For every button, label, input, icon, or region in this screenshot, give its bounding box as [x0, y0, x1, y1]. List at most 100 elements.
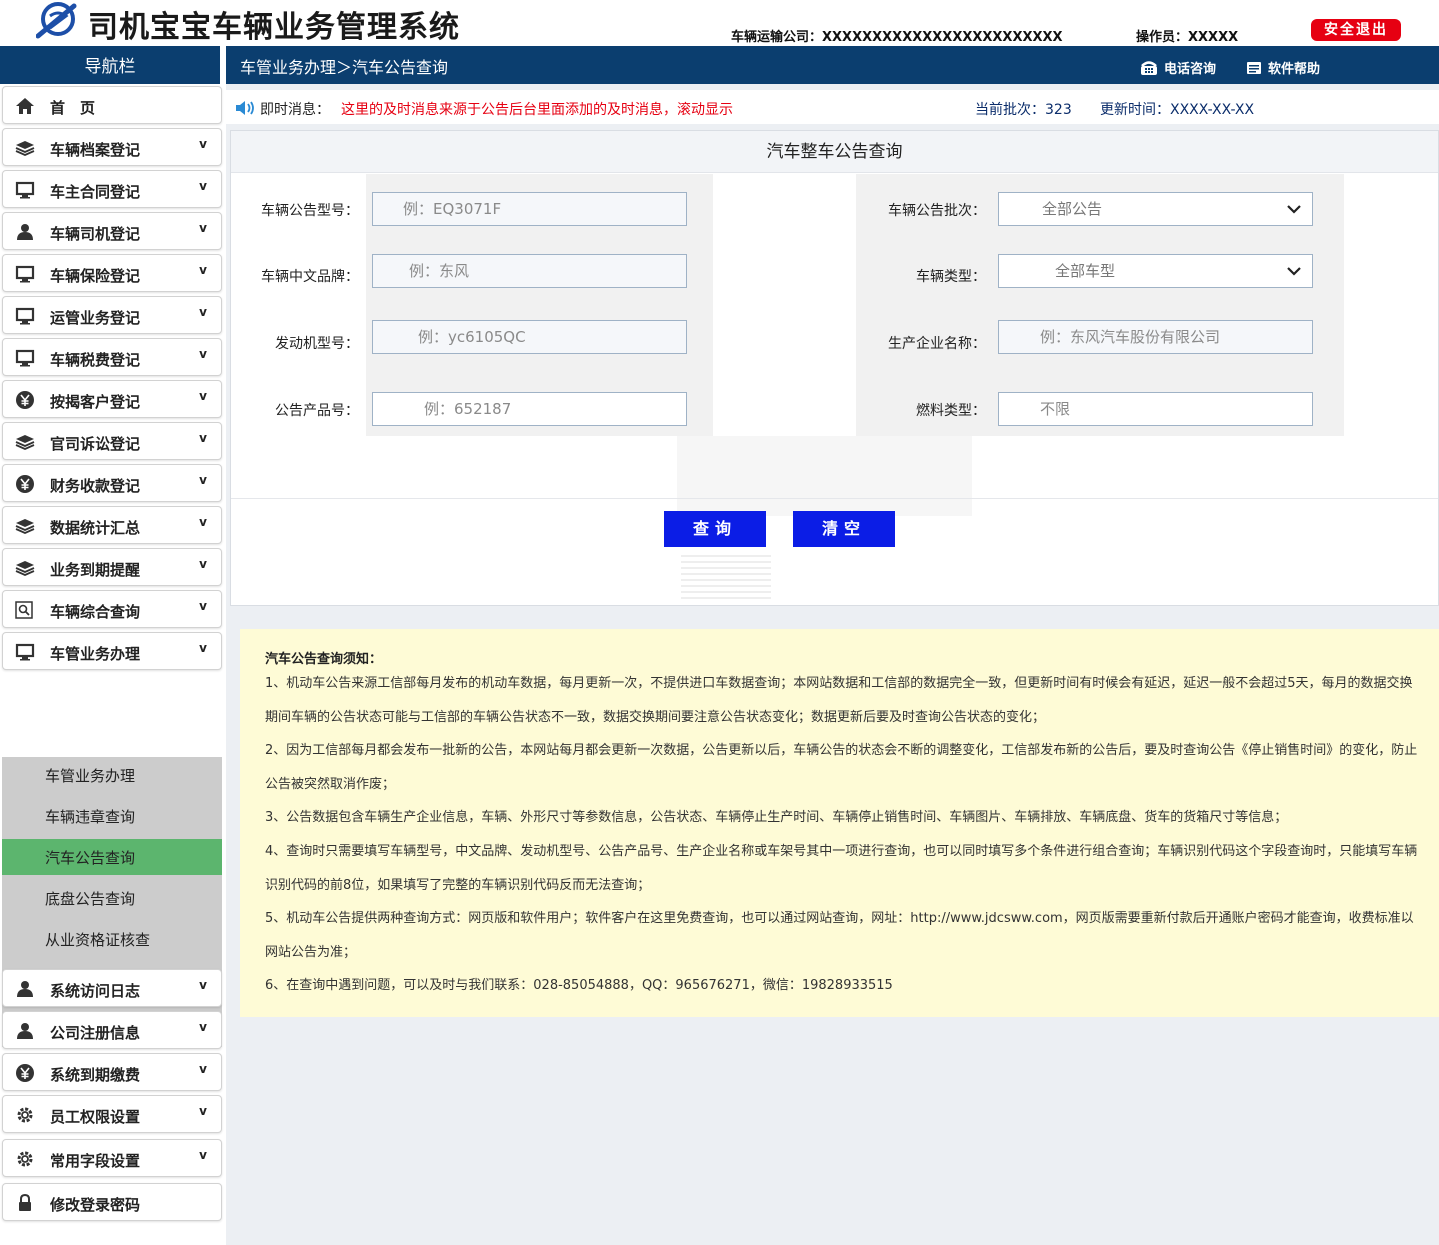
sidebar-item-label: 车主合同登记 [50, 183, 141, 201]
engine-input[interactable]: 例：yc6105QC [372, 320, 687, 354]
search-icon [15, 601, 33, 619]
phone-consult-link[interactable]: 电话咨询 [1140, 58, 1216, 77]
chevron-down-icon: v [199, 978, 207, 992]
query-button[interactable]: 查询 [664, 511, 766, 547]
app-title: 司机宝宝车辆业务管理系统 [88, 10, 460, 45]
software-help-label: 软件帮助 [1268, 62, 1321, 77]
software-help-link[interactable]: 软件帮助 [1246, 58, 1320, 77]
lock-icon [19, 1194, 31, 1211]
notice-item: 5、机动车公告提供两种查询方式：网页版和软件用户；软件客户在这里免费查询，也可以… [265, 911, 1414, 960]
chevron-down-icon: v [199, 473, 207, 487]
logo-icon [36, 2, 77, 39]
chevron-down-icon: v [199, 221, 207, 235]
sidebar-item-label: 系统到期缴费 [50, 1066, 141, 1084]
form-divider [231, 498, 1438, 499]
sidebar-item[interactable]: 车辆保险登记 v [2, 254, 222, 292]
maker-input[interactable]: 例：东风汽车股份有限公司 [998, 320, 1313, 354]
sub-menu-item[interactable]: 底盘公告查询 [2, 880, 222, 916]
sidebar-item-label: 修改登录密码 [50, 1196, 141, 1214]
sidebar-item-label: 官司诉讼登记 [50, 435, 141, 453]
layers-icon [15, 519, 35, 534]
sidebar-item[interactable]: 公司注册信息 v [2, 1011, 222, 1049]
sidebar-item[interactable]: 常用字段设置 v [2, 1139, 222, 1177]
sidebar-item-label: 按揭客户登记 [50, 393, 141, 411]
phone-icon [1141, 61, 1157, 75]
sidebar-item[interactable]: 系统到期缴费 v [2, 1053, 222, 1091]
sidebar-item[interactable]: 车主合同登记 v [2, 170, 222, 208]
sidebar-item[interactable]: 财务收款登记 v [2, 464, 222, 502]
monitor-icon [15, 643, 35, 661]
type-select-value: 全部车型 [1055, 262, 1116, 280]
chevron-down-icon: v [199, 1062, 207, 1076]
batch-select-label: 车辆公告批次： [888, 203, 986, 219]
sub-menu-item[interactable]: 车管业务办理 [2, 757, 222, 793]
batch-select[interactable]: 全部公告 [998, 192, 1313, 226]
batch-info: 当前批次：323 [975, 99, 1072, 119]
sidebar-item[interactable]: 业务到期提醒 v [2, 548, 222, 586]
breadcrumb-bar: 车管业务办理＞汽车公告查询 电话咨询 软件帮助 [226, 46, 1439, 84]
chevron-down-icon: v [199, 599, 207, 613]
sidebar-item[interactable]: 修改登录密码 [2, 1183, 222, 1221]
help-doc-icon [1247, 62, 1261, 74]
chevron-down-icon: v [199, 1104, 207, 1118]
decor-stripes [681, 551, 771, 599]
sub-menu-label: 底盘公告查询 [45, 890, 136, 908]
app-header: 司机宝宝车辆业务管理系统 车辆运输公司：XXXXXXXXXXXXXXXXXXXX… [0, 0, 1439, 45]
sidebar-item[interactable]: 系统访问日志 v [2, 969, 222, 1007]
sub-menu-item[interactable]: 车辆违章查询 [2, 798, 222, 834]
layers-icon [15, 435, 35, 450]
sidebar-item[interactable]: 数据统计汇总 v [2, 506, 222, 544]
clear-button[interactable]: 清空 [793, 511, 895, 547]
sidebar-item[interactable]: 按揭客户登记 v [2, 380, 222, 418]
notice-item: 2、因为工信部每月都会发布一批新的公告，本网站每月都会更新一次数据，公告更新以后… [265, 743, 1418, 792]
sidebar-item[interactable]: 首 页 [2, 86, 222, 124]
notice-item: 3、公告数据包含车辆生产企业信息，车辆、外形尺寸等参数信息，公告状态、车辆停止生… [265, 810, 1288, 825]
product-input[interactable]: 例：652187 [372, 392, 687, 426]
sidebar-item[interactable]: 官司诉讼登记 v [2, 422, 222, 460]
maker-label: 生产企业名称： [888, 336, 986, 352]
fuel-input[interactable]: 不限 [998, 392, 1313, 426]
chevron-down-icon: v [199, 179, 207, 193]
sub-menu-label: 车辆违章查询 [45, 808, 136, 826]
operator-label: 操作员： [1136, 30, 1189, 45]
logout-button[interactable]: 安全退出 [1311, 19, 1401, 41]
brand-input[interactable]: 例：东风 [372, 254, 687, 288]
type-select[interactable]: 全部车型 [998, 254, 1313, 288]
sidebar-item[interactable]: 车辆司机登记 v [2, 212, 222, 250]
sidebar: 车管业务办理车辆违章查询汽车公告查询底盘公告查询从业资格证核查车辆运营证核查运输… [0, 84, 224, 1245]
gear-icon [17, 1151, 33, 1167]
monitor-icon [15, 181, 35, 199]
sidebar-item[interactable]: 车辆档案登记 v [2, 128, 222, 166]
brand-label: 车辆中文品牌： [261, 269, 359, 285]
sidebar-item[interactable]: 车辆综合查询 v [2, 590, 222, 628]
sidebar-item-label: 数据统计汇总 [50, 519, 141, 537]
chevron-down-icon: v [199, 515, 207, 529]
gear-icon [17, 1107, 33, 1123]
sub-menu-item[interactable]: 从业资格证核查 [2, 921, 222, 957]
sidebar-title: 导航栏 [0, 46, 220, 84]
sidebar-item-label: 车辆司机登记 [50, 225, 141, 243]
chevron-down-icon: v [199, 1020, 207, 1034]
model-label: 车辆公告型号： [261, 203, 359, 219]
model-input[interactable]: 例：EQ3071F [372, 192, 687, 226]
monitor-icon [15, 265, 35, 283]
layers-icon [15, 141, 35, 156]
sidebar-item[interactable]: 车管业务办理 v [2, 632, 222, 670]
message-label: 即时消息： [260, 102, 330, 118]
chevron-down-icon: v [199, 347, 207, 361]
chevron-down-icon: v [199, 305, 207, 319]
update-value: XXXX-XX-XX [1170, 102, 1255, 118]
chevron-down-icon: v [199, 389, 207, 403]
monitor-icon [15, 349, 35, 367]
batch-value: 323 [1045, 102, 1072, 118]
monitor-icon [15, 307, 35, 325]
sidebar-item[interactable]: 员工权限设置 v [2, 1095, 222, 1133]
sidebar-item-label: 系统访问日志 [50, 982, 141, 1000]
yen-icon [16, 1064, 34, 1082]
sub-menu-item[interactable]: 汽车公告查询 [2, 839, 222, 875]
sidebar-item[interactable]: 运管业务登记 v [2, 296, 222, 334]
sidebar-item[interactable]: 车辆税费登记 v [2, 338, 222, 376]
sidebar-item-label: 业务到期提醒 [50, 561, 141, 579]
sidebar-item-label: 财务收款登记 [50, 477, 141, 495]
user-icon [17, 981, 33, 997]
